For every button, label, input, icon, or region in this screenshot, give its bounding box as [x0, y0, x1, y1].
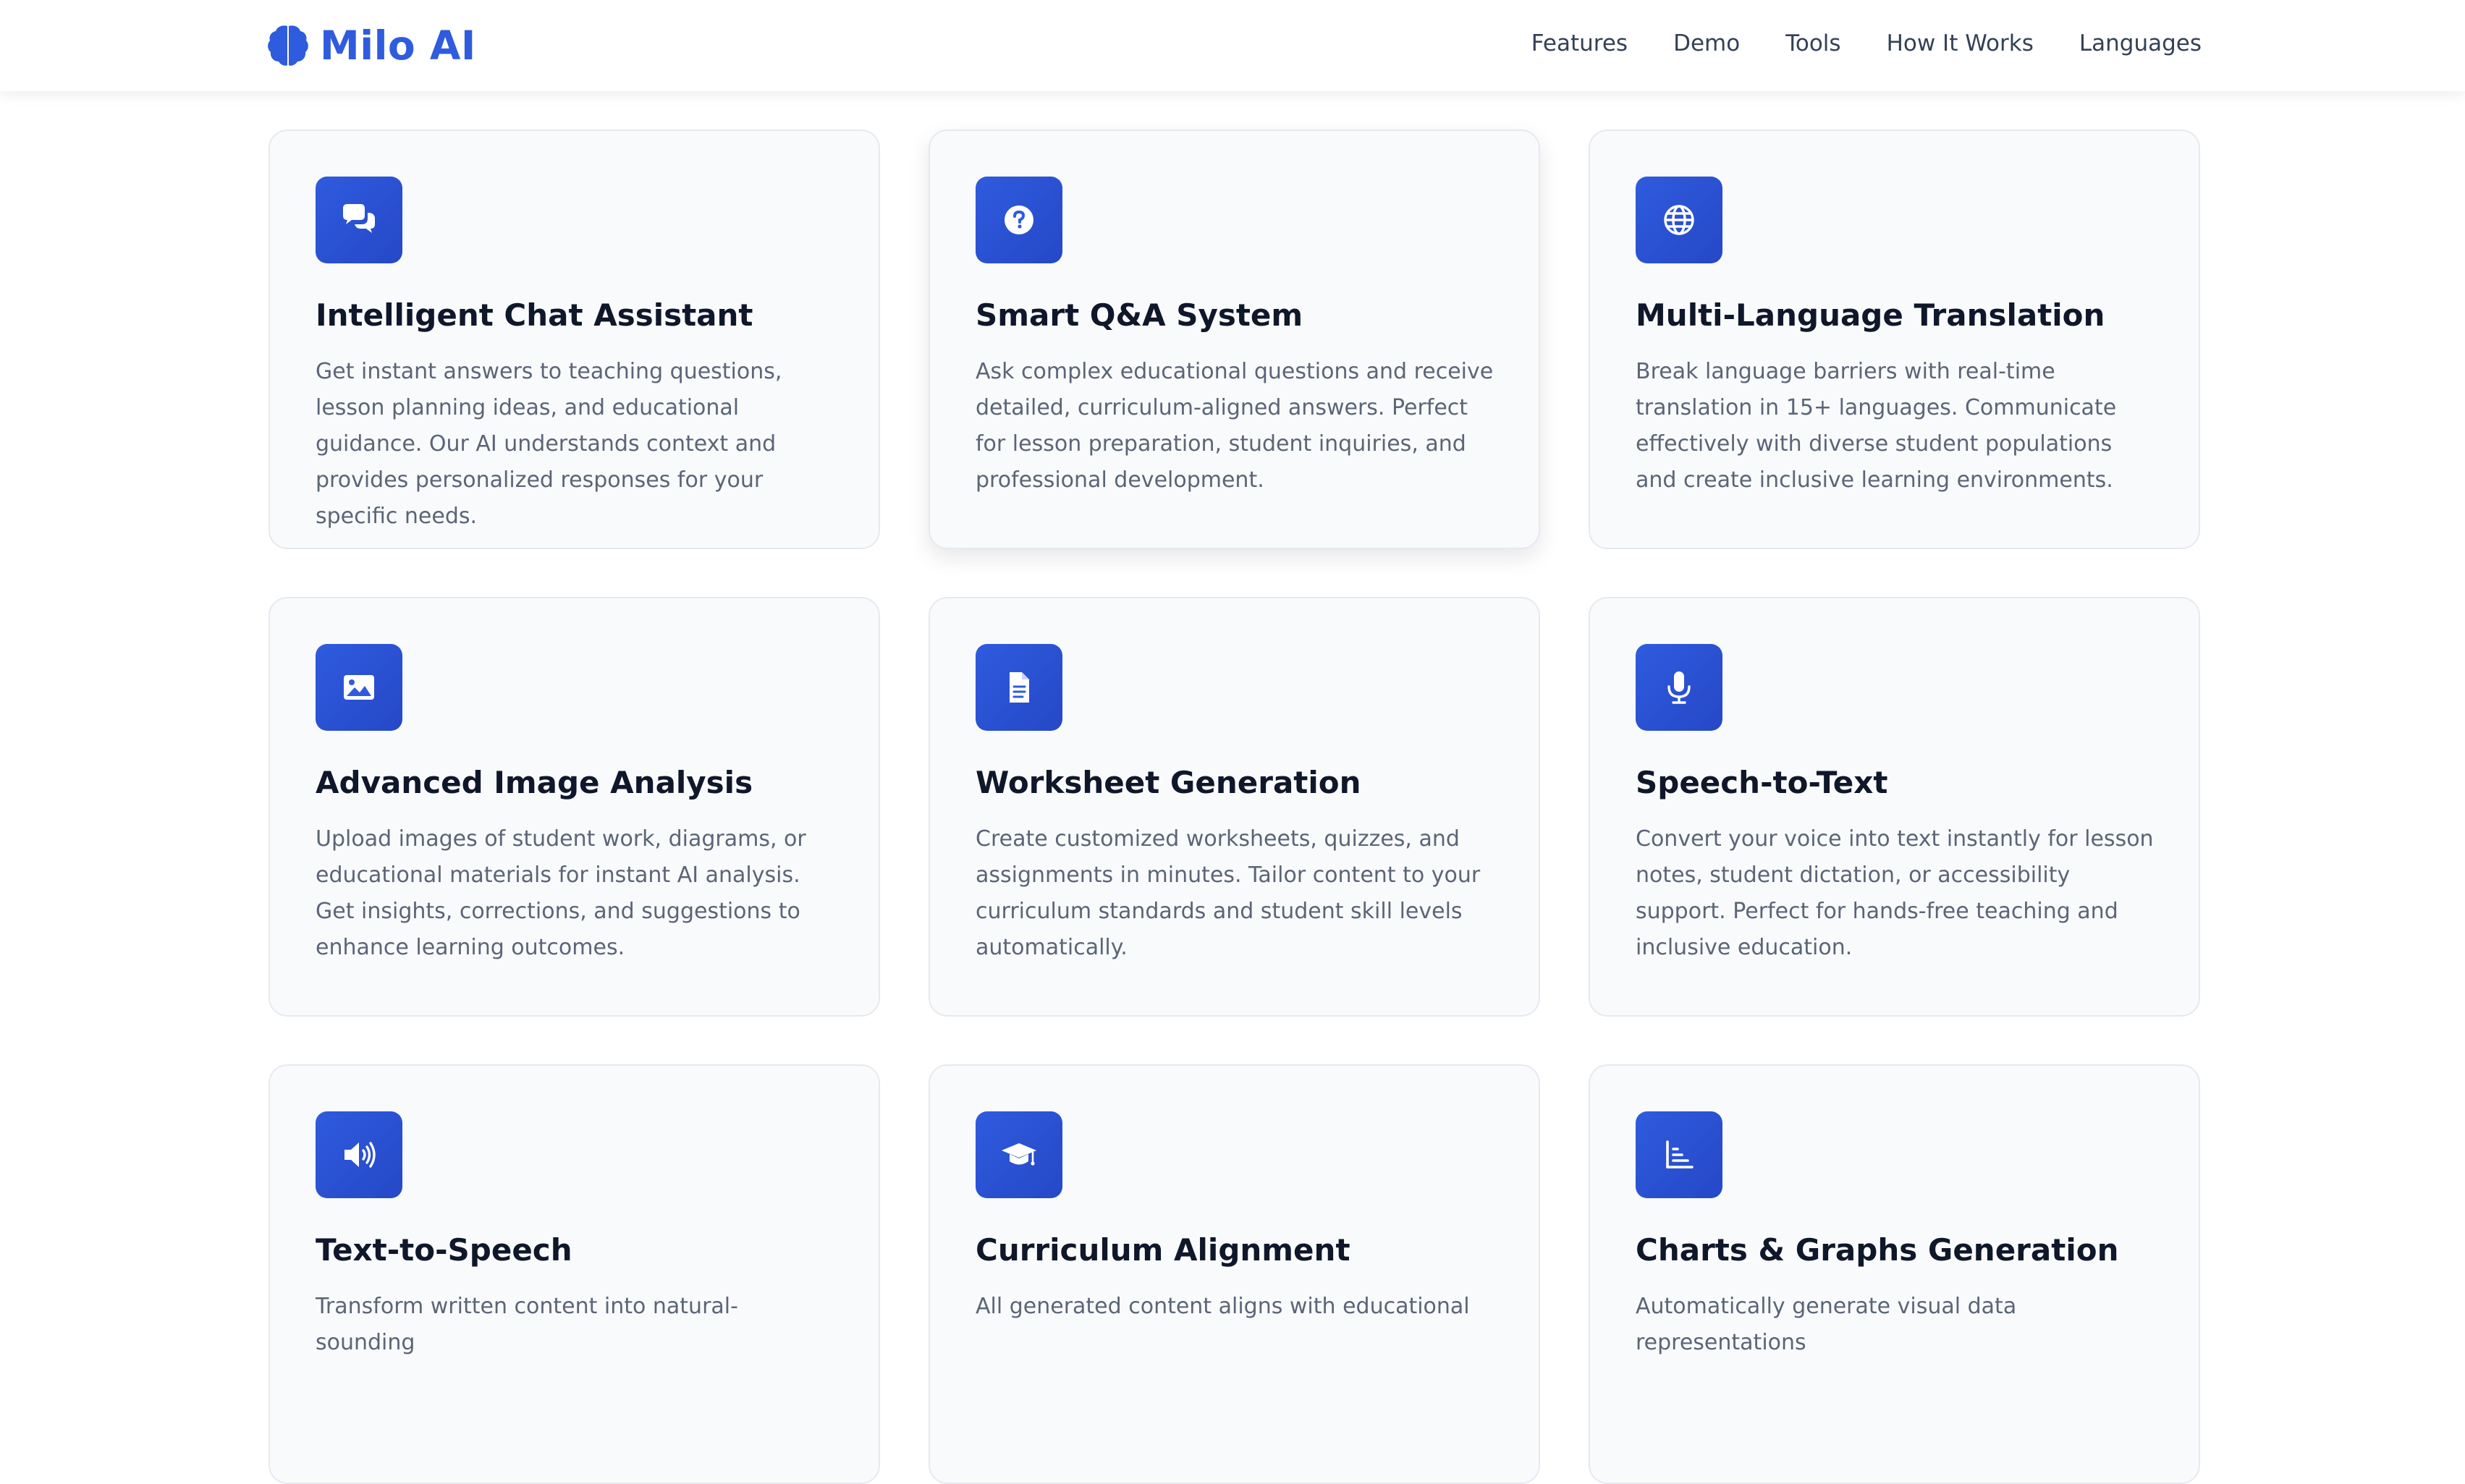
- brain-icon: [268, 25, 308, 66]
- nav-links: Features Demo Tools How It Works Languag…: [1531, 27, 2202, 59]
- chart-icon: [1636, 1111, 1722, 1198]
- feature-card-chat: Intelligent Chat Assistant Get instant a…: [269, 130, 880, 549]
- feature-description: Get instant answers to teaching question…: [316, 359, 782, 529]
- speaker-icon: [316, 1111, 402, 1198]
- features-grid: Intelligent Chat Assistant Get instant a…: [269, 130, 2201, 1484]
- question-circle-icon: [976, 177, 1062, 263]
- feature-description: Transform written content into natural-s…: [316, 1294, 738, 1355]
- feature-title: Multi-Language Translation: [1636, 297, 2105, 333]
- feature-description: Automatically generate visual data repre…: [1636, 1294, 2017, 1355]
- feature-title: Intelligent Chat Assistant: [316, 297, 753, 333]
- feature-title: Worksheet Generation: [976, 765, 1361, 800]
- brand-logo[interactable]: Milo AI: [266, 19, 476, 72]
- feature-card-charts: Charts & Graphs Generation Automatically…: [1589, 1064, 2200, 1484]
- feature-description: Break language barriers with real-time t…: [1636, 359, 2117, 493]
- feature-description: Convert your voice into text instantly f…: [1636, 826, 2154, 960]
- feature-title: Curriculum Alignment: [976, 1232, 1350, 1268]
- feature-description: Upload images of student work, diagrams,…: [316, 826, 806, 960]
- nav-link-languages[interactable]: Languages: [2079, 27, 2202, 59]
- feature-card-text-to-speech: Text-to-Speech Transform written content…: [269, 1064, 880, 1484]
- nav-link-how-it-works[interactable]: How It Works: [1887, 27, 2034, 59]
- feature-description: Ask complex educational questions and re…: [976, 359, 1494, 493]
- feature-title: Text-to-Speech: [316, 1232, 572, 1268]
- graduation-cap-icon: [976, 1111, 1062, 1198]
- feature-title: Speech-to-Text: [1636, 765, 1888, 800]
- feature-card-speech-to-text: Speech-to-Text Convert your voice into t…: [1589, 597, 2200, 1017]
- feature-title: Smart Q&A System: [976, 297, 1303, 333]
- feature-title: Charts & Graphs Generation: [1636, 1232, 2119, 1268]
- chat-bubbles-icon: [316, 177, 402, 263]
- feature-description: All generated content aligns with educat…: [976, 1294, 1470, 1319]
- nav-link-tools[interactable]: Tools: [1785, 27, 1840, 59]
- feature-card-qa: Smart Q&A System Ask complex educational…: [929, 130, 1540, 549]
- globe-icon: [1636, 177, 1722, 263]
- feature-description: Create customized worksheets, quizzes, a…: [976, 826, 1481, 960]
- brand-name: Milo AI: [320, 22, 476, 69]
- feature-card-translation: Multi-Language Translation Break languag…: [1589, 130, 2200, 549]
- top-navbar: Milo AI Features Demo Tools How It Works…: [0, 0, 2465, 91]
- image-icon: [316, 644, 402, 731]
- nav-link-features[interactable]: Features: [1531, 27, 1628, 59]
- nav-link-demo[interactable]: Demo: [1673, 27, 1740, 59]
- feature-card-curriculum: Curriculum Alignment All generated conte…: [929, 1064, 1540, 1484]
- microphone-icon: [1636, 644, 1722, 731]
- feature-card-image-analysis: Advanced Image Analysis Upload images of…: [269, 597, 880, 1017]
- feature-title: Advanced Image Analysis: [316, 765, 753, 800]
- feature-card-worksheet: Worksheet Generation Create customized w…: [929, 597, 1540, 1017]
- document-icon: [976, 644, 1062, 731]
